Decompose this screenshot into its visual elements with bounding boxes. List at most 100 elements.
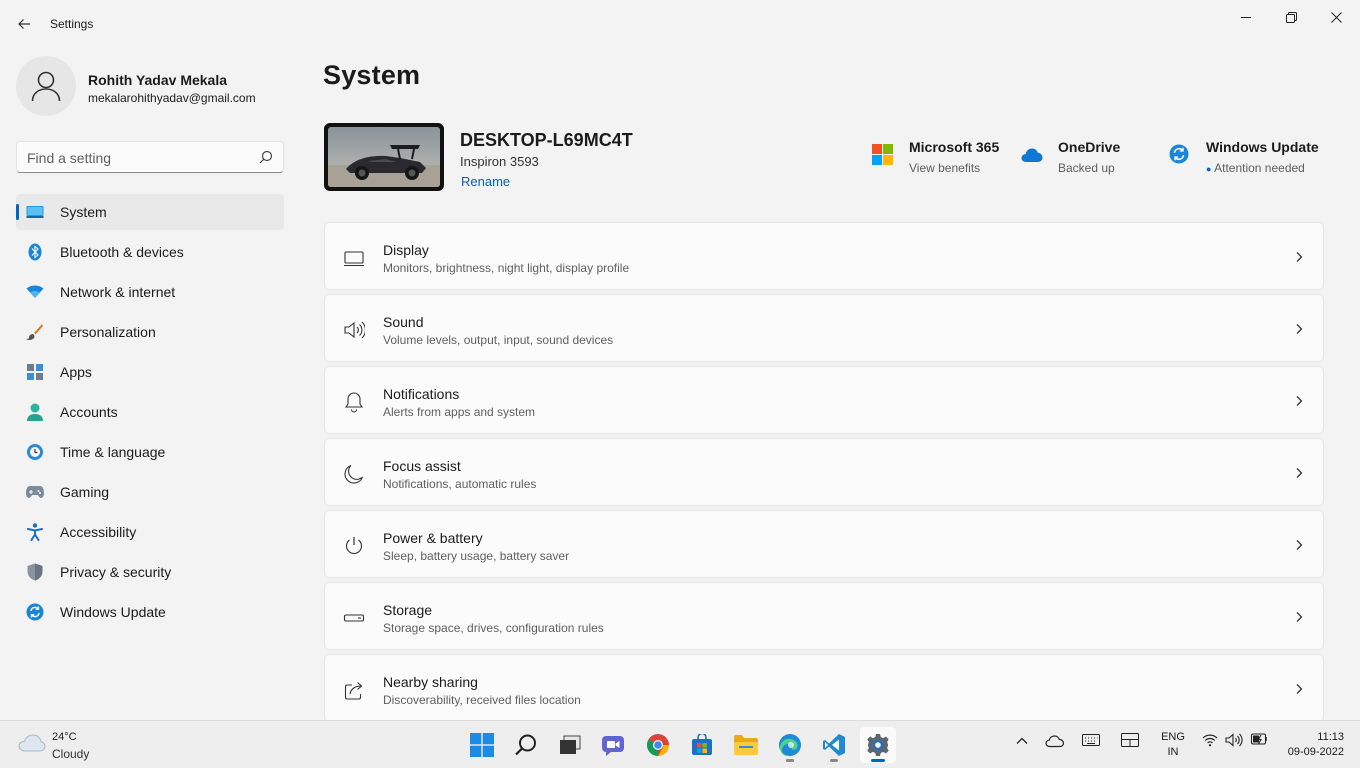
moon-icon xyxy=(343,463,365,485)
sidebar-item-network[interactable]: Network & internet xyxy=(16,274,284,310)
vscode-icon xyxy=(823,734,845,756)
display-icon xyxy=(343,247,365,269)
sidebar-item-label: Personalization xyxy=(60,324,156,340)
status-title: OneDrive xyxy=(1058,139,1121,155)
card-title: Sound xyxy=(383,314,424,330)
sidebar-item-label: Network & internet xyxy=(60,284,176,300)
sidebar-nav: System Bluetooth & devices Network & int… xyxy=(16,194,284,634)
person-icon xyxy=(26,403,44,421)
sidebar-item-label: Windows Update xyxy=(60,604,166,620)
windows-update-icon xyxy=(1169,144,1191,166)
microsoft-store-button[interactable] xyxy=(684,727,720,763)
keyboard-icon[interactable] xyxy=(1082,733,1100,747)
taskbar-search-button[interactable] xyxy=(508,727,544,763)
speaker-icon xyxy=(343,319,366,341)
chevron-right-icon xyxy=(1293,682,1305,694)
bluetooth-icon xyxy=(26,243,44,261)
input-language-indicator[interactable]: ENG IN xyxy=(1160,730,1186,760)
minimize-icon xyxy=(1241,17,1251,18)
nearby-sharing-card[interactable]: Nearby sharing Discoverability, received… xyxy=(324,654,1324,722)
focus-assist-card[interactable]: Focus assist Notifications, automatic ru… xyxy=(324,438,1324,506)
monitor-icon xyxy=(26,203,44,221)
taskbar: 24°C Cloudy ENG IN 11:13 09-09-2022 xyxy=(0,720,1360,768)
chrome-icon xyxy=(647,734,669,756)
chevron-right-icon xyxy=(1293,466,1305,478)
close-button[interactable] xyxy=(1313,4,1359,30)
sidebar-item-label: Gaming xyxy=(60,484,110,500)
power-icon xyxy=(343,535,365,557)
gamepad-icon xyxy=(26,483,44,501)
clock-date: 09-09-2022 xyxy=(1287,746,1344,758)
page-title: System xyxy=(323,60,421,90)
card-subtitle: Discoverability, received files location xyxy=(383,693,581,707)
weather-condition[interactable]: Cloudy xyxy=(52,747,89,761)
display-card[interactable]: Display Monitors, brightness, night ligh… xyxy=(324,222,1324,290)
user-profile[interactable]: Rohith Yadav Mekala mekalarohithyadav@gm… xyxy=(16,56,286,118)
cloud-weather-icon[interactable] xyxy=(18,733,46,758)
edge-button[interactable] xyxy=(772,727,808,763)
sidebar-item-system[interactable]: System xyxy=(16,194,284,230)
task-view-button[interactable] xyxy=(552,727,588,763)
sidebar-item-gaming[interactable]: Gaming xyxy=(16,474,284,510)
sidebar-item-privacy[interactable]: Privacy & security xyxy=(16,554,284,590)
sidebar-item-time-language[interactable]: Time & language xyxy=(16,434,284,470)
search-box[interactable] xyxy=(16,141,284,173)
volume-icon[interactable] xyxy=(1225,733,1243,747)
restore-button[interactable] xyxy=(1268,4,1314,30)
arrow-left-icon xyxy=(18,19,30,29)
attention-dot: ● xyxy=(1206,164,1212,174)
app-title: Settings xyxy=(50,17,94,31)
tablet-mode-icon[interactable] xyxy=(1121,733,1139,747)
power-battery-card[interactable]: Power & battery Sleep, battery usage, ba… xyxy=(324,510,1324,578)
card-subtitle: Notifications, automatic rules xyxy=(383,477,537,491)
onedrive-cloud-icon xyxy=(1021,144,1043,166)
status-subtitle: ● Attention needed xyxy=(1206,161,1305,175)
search-icon[interactable] xyxy=(259,150,273,169)
file-explorer-button[interactable] xyxy=(728,727,764,763)
chevron-up-icon[interactable] xyxy=(1014,733,1030,749)
settings-app-button[interactable] xyxy=(860,727,896,763)
sidebar-item-accessibility[interactable]: Accessibility xyxy=(16,514,284,550)
globe-clock-icon xyxy=(26,443,44,461)
card-subtitle: Sleep, battery usage, battery saver xyxy=(383,549,570,563)
vscode-button[interactable] xyxy=(816,727,852,763)
sidebar-item-bluetooth[interactable]: Bluetooth & devices xyxy=(16,234,284,270)
weather-temperature[interactable]: 24°C xyxy=(52,731,77,743)
search-input[interactable] xyxy=(27,148,247,168)
wifi-icon[interactable] xyxy=(1202,733,1218,747)
profile-name: Rohith Yadav Mekala xyxy=(88,72,228,88)
system-clock[interactable]: 11:13 09-09-2022 xyxy=(1280,730,1344,760)
teams-chat-icon xyxy=(602,736,624,756)
minimize-button[interactable] xyxy=(1223,4,1269,30)
language-region: IN xyxy=(1167,746,1179,758)
edge-icon xyxy=(779,734,801,757)
wallpaper-image xyxy=(328,127,440,187)
chrome-button[interactable] xyxy=(640,727,676,763)
status-subtitle: Backed up xyxy=(1058,161,1115,175)
sound-card[interactable]: Sound Volume levels, output, input, soun… xyxy=(324,294,1324,362)
status-subtitle: View benefits xyxy=(909,161,981,175)
language-code: ENG xyxy=(1161,731,1185,743)
person-icon xyxy=(31,71,61,102)
wifi-icon xyxy=(26,283,44,301)
storage-card[interactable]: Storage Storage space, drives, configura… xyxy=(324,582,1324,650)
battery-charging-icon[interactable] xyxy=(1250,733,1268,745)
status-title: Microsoft 365 xyxy=(909,139,1000,155)
sidebar-item-label: Bluetooth & devices xyxy=(60,244,184,260)
sidebar-item-windows-update[interactable]: Windows Update xyxy=(16,594,284,630)
teams-chat-button[interactable] xyxy=(596,727,632,763)
folder-icon xyxy=(734,735,758,755)
search-icon xyxy=(515,734,536,756)
start-button[interactable] xyxy=(464,727,500,763)
sidebar-item-label: Accessibility xyxy=(60,524,137,540)
onedrive-tray-icon[interactable] xyxy=(1045,733,1065,749)
sidebar-item-label: Time & language xyxy=(60,444,166,460)
notifications-card[interactable]: Notifications Alerts from apps and syste… xyxy=(324,366,1324,434)
sidebar-item-accounts[interactable]: Accounts xyxy=(16,394,284,430)
sidebar-item-label: Apps xyxy=(60,364,92,380)
sidebar-item-apps[interactable]: Apps xyxy=(16,354,284,390)
back-button[interactable] xyxy=(12,10,36,38)
device-name: DESKTOP-L69MC4T xyxy=(460,130,633,150)
sidebar-item-personalization[interactable]: Personalization xyxy=(16,314,284,350)
rename-link[interactable]: Rename xyxy=(461,174,510,189)
